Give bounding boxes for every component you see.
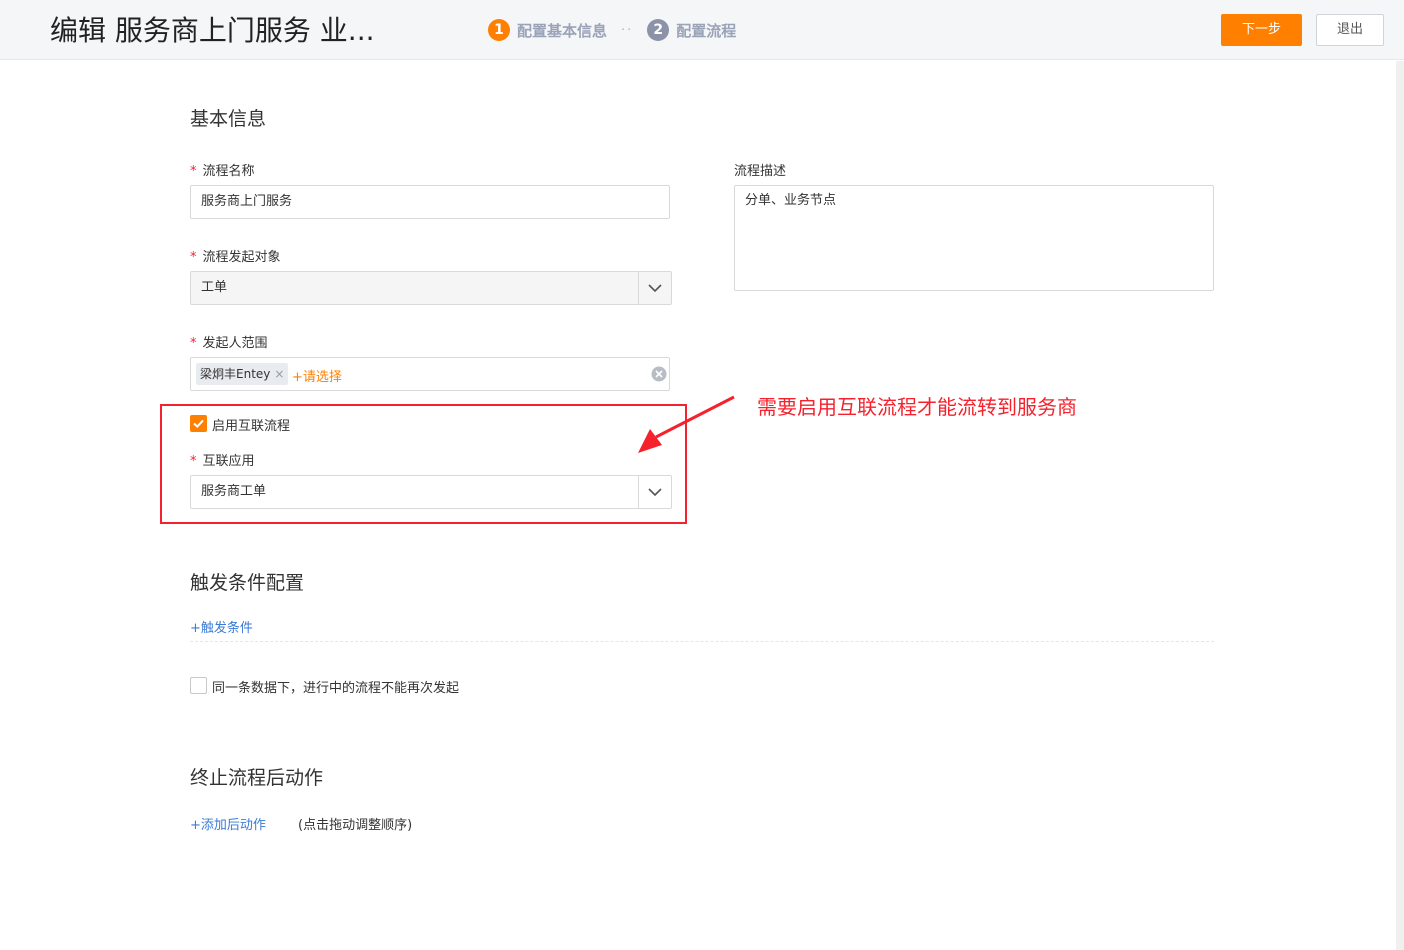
flow-target-select[interactable]: 工单 xyxy=(190,271,672,305)
flow-name-label: * 流程名称 xyxy=(190,160,255,179)
flow-name-input[interactable]: 服务商上门服务 xyxy=(190,185,670,219)
required-mark: * xyxy=(190,250,197,265)
add-action-link[interactable]: +添加后动作 xyxy=(190,814,266,833)
chevron-down-icon[interactable] xyxy=(638,272,671,304)
scope-tag-text: 梁炯丰Entey xyxy=(200,367,271,381)
trigger-section-title: 触发条件配置 xyxy=(190,572,305,594)
flow-desc-label: 流程描述 xyxy=(734,164,787,179)
scope-label-text: 发起人范围 xyxy=(202,336,268,351)
basic-info-section-title: 基本信息 xyxy=(190,108,267,130)
annotation-text: 需要启用互联流程才能流转到服务商 xyxy=(757,395,1077,419)
step-1-label[interactable]: 配置基本信息 xyxy=(517,20,607,41)
step-indicator: 1 配置基本信息 ·· 2 配置流程 xyxy=(488,19,736,41)
step-separator: ·· xyxy=(621,22,634,38)
scope-add-link[interactable]: +请选择 xyxy=(292,366,342,385)
page-scrollbar[interactable] xyxy=(1396,61,1404,950)
next-step-button[interactable]: 下一步 xyxy=(1221,14,1302,46)
terminate-section-title: 终止流程后动作 xyxy=(190,767,324,789)
flow-name-label-text: 流程名称 xyxy=(202,164,255,179)
exit-button[interactable]: 退出 xyxy=(1316,14,1384,46)
required-mark: * xyxy=(190,336,197,351)
clear-icon[interactable] xyxy=(651,366,667,382)
flow-target-label-text: 流程发起对象 xyxy=(202,250,281,265)
flow-target-label: * 流程发起对象 xyxy=(190,246,281,265)
drag-hint: (点击拖动调整顺序) xyxy=(298,818,413,833)
step-2-number: 2 xyxy=(647,19,670,41)
required-mark: * xyxy=(190,164,197,179)
no-repeat-checkbox[interactable] xyxy=(190,677,207,694)
flow-target-value: 工单 xyxy=(201,280,228,295)
close-icon[interactable]: × xyxy=(274,363,284,385)
annotation-arrow-icon xyxy=(638,395,735,453)
page-header: 编辑 服务商上门服务 业... 1 配置基本信息 ·· 2 配置流程 下一步 退… xyxy=(0,0,1404,60)
no-repeat-label[interactable]: 同一条数据下，进行中的流程不能再次发起 xyxy=(212,677,459,696)
step-1-number: 1 xyxy=(488,19,510,41)
flow-desc-textarea[interactable]: 分单、业务节点 xyxy=(734,185,1214,291)
annotation-highlight-box xyxy=(160,404,687,524)
page-title: 编辑 服务商上门服务 业... xyxy=(50,14,375,47)
add-trigger-link[interactable]: +触发条件 xyxy=(190,617,253,636)
trigger-divider xyxy=(190,641,1214,642)
scope-tag: 梁炯丰Entey × xyxy=(196,363,289,385)
scope-label: * 发起人范围 xyxy=(190,332,268,351)
step-2-label[interactable]: 配置流程 xyxy=(676,20,736,41)
